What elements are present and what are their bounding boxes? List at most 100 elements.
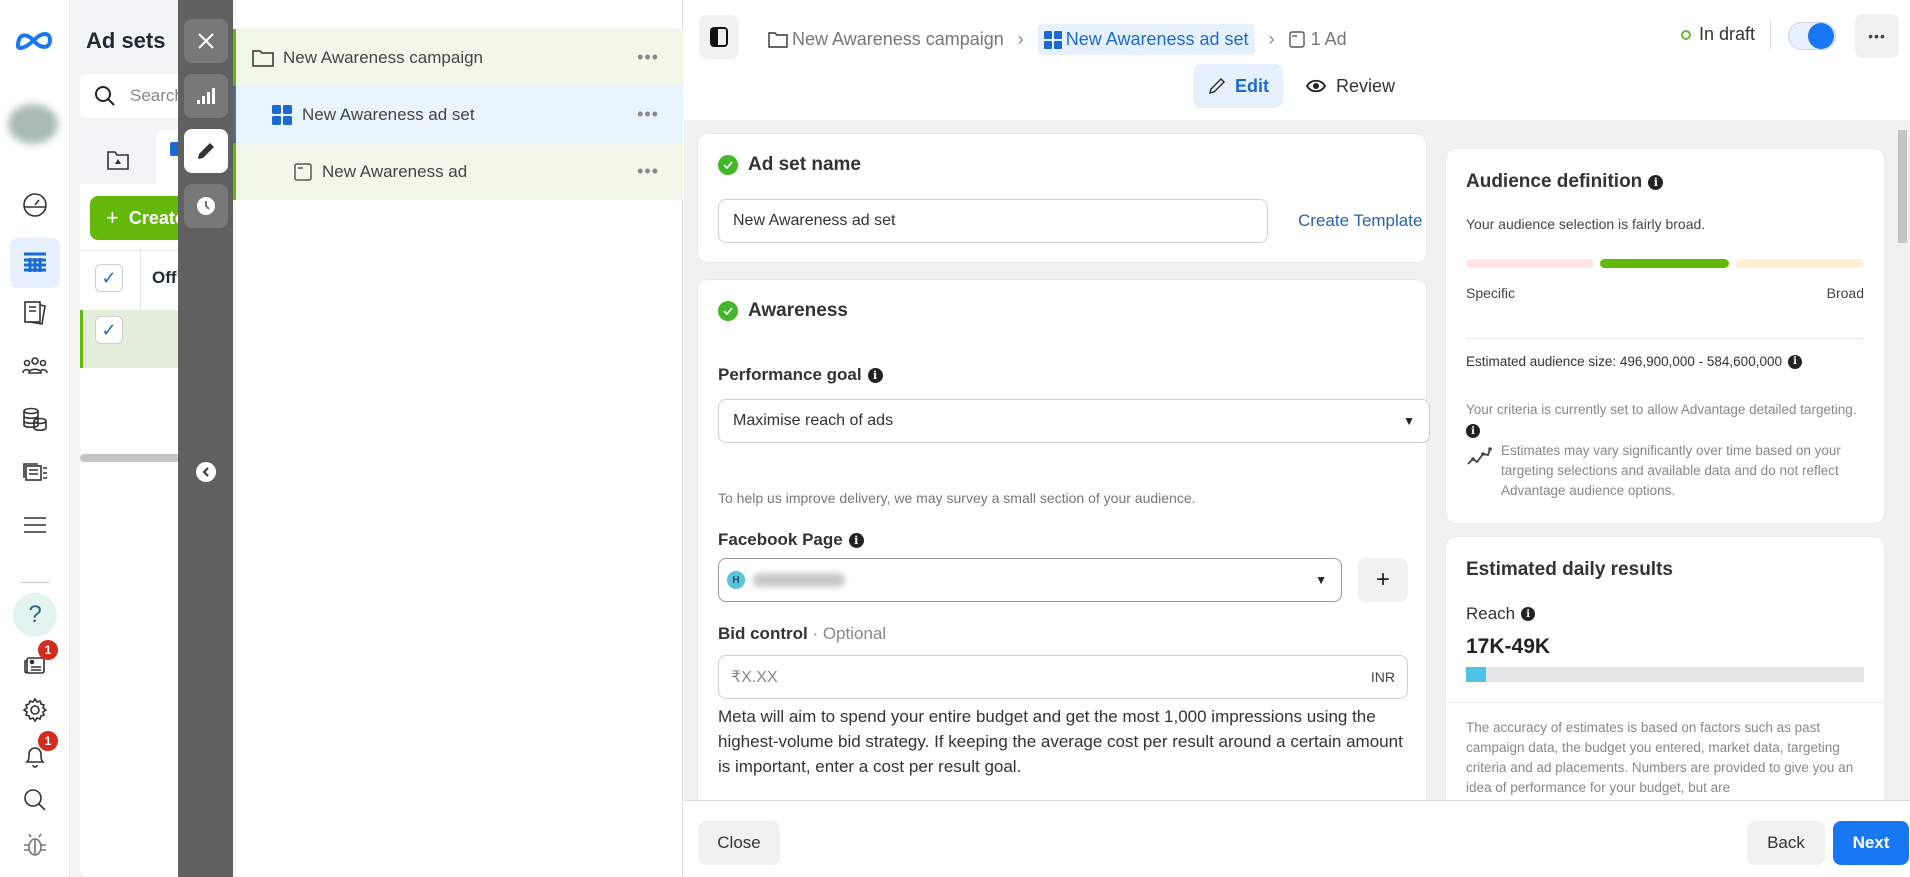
create-button[interactable]: + Create xyxy=(90,196,178,240)
rail-item-search[interactable] xyxy=(14,779,56,821)
pencil-icon xyxy=(1208,77,1226,95)
tab-label: Review xyxy=(1336,75,1396,96)
history-button[interactable] xyxy=(184,184,228,228)
tab-review[interactable]: Review xyxy=(1306,64,1395,108)
bid-description: Meta will aim to spend your entire budge… xyxy=(718,707,1403,776)
more-options-button[interactable]: ••• xyxy=(1855,14,1899,58)
info-icon[interactable]: i xyxy=(1466,424,1480,439)
rail-item-report-bug[interactable] xyxy=(14,824,56,866)
currency-label: INR xyxy=(1370,669,1395,685)
audience-definition-card: Audience definition i Your audience selec… xyxy=(1446,149,1884,523)
more-options-icon[interactable]: ••• xyxy=(637,104,659,125)
rail-item-notifications[interactable]: 1 xyxy=(14,731,58,777)
scrollbar-thumb[interactable] xyxy=(1898,130,1907,243)
rail-item-billing[interactable] xyxy=(14,398,56,440)
horizontal-scrollbar[interactable] xyxy=(80,454,178,462)
tree-item-campaign[interactable]: New Awareness campaign ••• xyxy=(233,29,683,86)
reach-bar xyxy=(1466,667,1864,682)
ad-sets-title: Ad sets xyxy=(86,28,166,53)
rail-item-audiences[interactable] xyxy=(14,344,56,386)
ad-sets-panel: Ad sets Search + Create ✓ Off ✓ xyxy=(70,0,178,877)
info-icon[interactable]: i xyxy=(1787,354,1802,369)
reach-value: 17K-49K xyxy=(1466,635,1551,658)
ad-sets-search[interactable]: Search xyxy=(80,74,178,118)
close-button[interactable]: Close xyxy=(698,821,780,865)
gauge-segment-active xyxy=(1600,259,1729,268)
info-icon[interactable]: i xyxy=(848,532,864,548)
rail-divider xyxy=(20,582,50,583)
tree-item-label: New Awareness campaign xyxy=(283,47,484,67)
breadcrumb-ad[interactable]: 1 Ad xyxy=(1288,29,1347,50)
eye-icon xyxy=(1306,79,1326,93)
criteria-note: Your criteria is currently set to allow … xyxy=(1466,399,1866,441)
daily-results-card: Estimated daily results Reach i 17K-49K T… xyxy=(1446,537,1884,837)
breadcrumb-campaign[interactable]: New Awareness campaign xyxy=(768,29,1004,50)
tab-ad-sets[interactable] xyxy=(156,130,178,186)
account-avatar[interactable] xyxy=(8,104,58,144)
rail-item-campaigns-table[interactable] xyxy=(10,238,60,288)
breadcrumb-label: 1 Ad xyxy=(1310,29,1347,49)
audience-title: Audience definition i xyxy=(1466,171,1664,193)
tree-item-adset[interactable]: New Awareness ad set ••• xyxy=(233,86,683,143)
coins-icon xyxy=(23,407,47,432)
next-button[interactable]: Next xyxy=(1833,821,1909,865)
add-page-button[interactable]: + xyxy=(1358,558,1408,602)
breadcrumb-adset[interactable]: New Awareness ad set xyxy=(1037,24,1255,55)
tab-campaigns[interactable] xyxy=(90,134,146,186)
vertical-scrollbar[interactable] xyxy=(1896,122,1910,800)
performance-goal-select[interactable]: Maximise reach of ads ▼ xyxy=(718,399,1430,443)
gear-icon xyxy=(22,697,48,723)
info-icon[interactable]: i xyxy=(1648,174,1664,190)
more-icon: ••• xyxy=(1868,28,1886,44)
insights-button[interactable] xyxy=(184,74,228,118)
tab-edit[interactable]: Edit xyxy=(1193,64,1283,108)
tree-item-ad[interactable]: New Awareness ad ••• xyxy=(233,143,683,200)
rail-item-all-tools[interactable] xyxy=(14,504,56,546)
create-template-link[interactable]: Create Template xyxy=(1298,211,1422,231)
rail-item-help[interactable]: ? xyxy=(13,593,57,637)
rail-item-creative-hub[interactable] xyxy=(14,452,56,494)
optional-text: · Optional xyxy=(812,624,887,643)
toggle-sidebar-button[interactable] xyxy=(699,15,739,59)
status-text: In draft xyxy=(1699,24,1756,44)
meta-logo[interactable] xyxy=(14,28,54,57)
bid-control-input[interactable]: ₹X.XX INR xyxy=(718,655,1408,699)
editor-main: New Awareness campaign › New Awareness a… xyxy=(684,0,1910,877)
search-icon xyxy=(24,789,46,811)
page-name-redacted xyxy=(753,573,845,587)
accuracy-note: The accuracy of estimates is based on fa… xyxy=(1466,720,1854,795)
adset-toggle[interactable] xyxy=(1788,22,1836,50)
reach-bar-fill xyxy=(1466,667,1486,682)
table-icon xyxy=(24,252,46,272)
close-panel-button[interactable] xyxy=(184,19,228,63)
adset-name-input[interactable]: New Awareness ad set xyxy=(718,199,1268,243)
label-text: Bid control xyxy=(718,624,808,643)
rail-item-dashboard[interactable] xyxy=(14,184,56,226)
input-value: New Awareness ad set xyxy=(733,212,896,229)
news-badge: 1 xyxy=(38,640,58,660)
rail-item-settings[interactable] xyxy=(14,689,56,731)
info-icon[interactable]: i xyxy=(1521,607,1536,621)
folder-icon xyxy=(252,49,274,67)
folder-icon xyxy=(768,32,788,48)
note-text: Your criteria is currently set to allow … xyxy=(1466,402,1857,417)
more-options-icon[interactable]: ••• xyxy=(637,161,659,182)
back-button[interactable]: Back xyxy=(1747,821,1825,865)
table-row[interactable]: ✓ xyxy=(80,310,178,368)
more-options-icon[interactable]: ••• xyxy=(637,47,659,68)
rail-item-pages[interactable] xyxy=(14,292,56,334)
ad-icon xyxy=(294,162,312,181)
info-icon[interactable]: i xyxy=(867,367,883,383)
page-avatar: H xyxy=(727,571,745,589)
facebook-page-select[interactable]: H ▼ xyxy=(718,558,1342,602)
divider xyxy=(1446,702,1884,703)
input-placeholder: ₹X.XX xyxy=(731,669,778,686)
rail-item-news[interactable]: 1 xyxy=(14,640,58,686)
label-text: Facebook Page xyxy=(718,530,843,549)
select-all-checkbox[interactable]: ✓ xyxy=(95,264,123,292)
collapse-button[interactable] xyxy=(196,462,216,482)
section-header: Ad set name xyxy=(718,154,861,176)
row-checkbox[interactable]: ✓ xyxy=(95,316,123,344)
edit-mode-button[interactable] xyxy=(184,129,228,173)
editor-header: New Awareness campaign › New Awareness a… xyxy=(684,0,1910,120)
